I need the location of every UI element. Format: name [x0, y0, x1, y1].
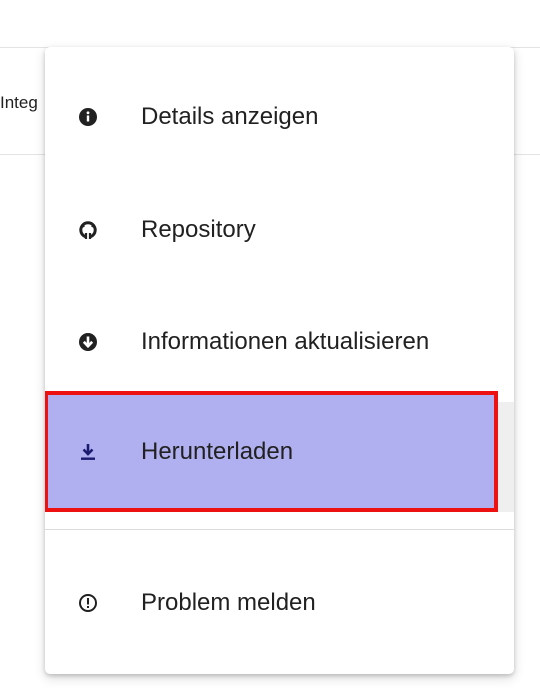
- arrow-down-circle-icon: [78, 332, 98, 352]
- menu-item-update-info[interactable]: Informationen aktualisieren: [45, 286, 514, 398]
- info-icon: [78, 107, 98, 127]
- menu-item-label: Details anzeigen: [141, 103, 319, 130]
- overflow-menu: Details anzeigen Repository Informatione…: [45, 47, 514, 674]
- menu-divider: [45, 529, 514, 530]
- alert-circle-icon: [78, 593, 98, 613]
- download-icon: [78, 442, 98, 462]
- menu-item-repository[interactable]: Repository: [45, 174, 514, 286]
- menu-item-label: Herunterladen: [141, 437, 294, 465]
- menu-item-label: Problem melden: [141, 589, 316, 616]
- menu-item-details[interactable]: Details anzeigen: [45, 61, 514, 173]
- menu-item-label: Informationen aktualisieren: [141, 328, 430, 355]
- github-icon: [78, 220, 98, 240]
- menu-item-label: Repository: [141, 216, 256, 243]
- menu-item-report-problem[interactable]: Problem melden: [45, 547, 514, 659]
- menu-item-download[interactable]: Herunterladen: [45, 391, 498, 512]
- page: Integ Details anzeigen Repository Inform…: [0, 0, 540, 693]
- hover-shade: [498, 402, 514, 512]
